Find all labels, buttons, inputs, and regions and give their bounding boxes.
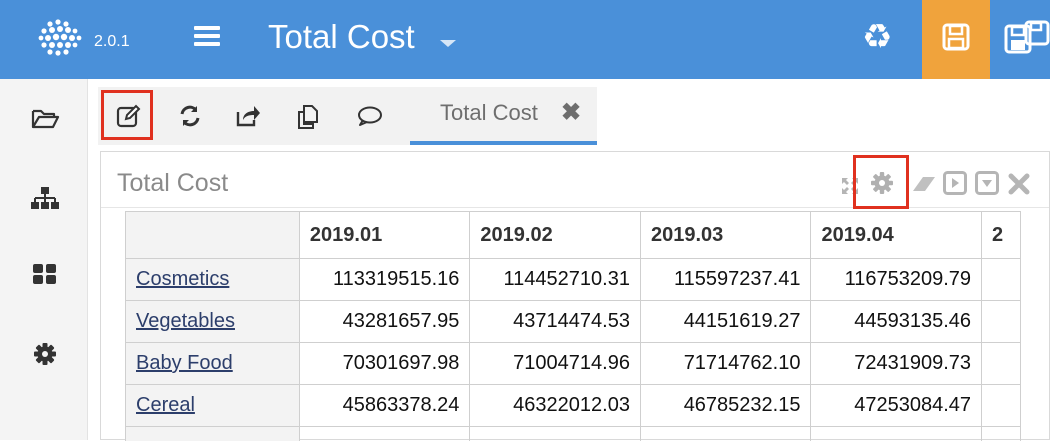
save-as-button[interactable] (1004, 20, 1050, 60)
table-cell: 114452710.31 (470, 259, 641, 301)
table-cell: 71714762.10 (640, 343, 811, 385)
page-title[interactable]: Total Cost (268, 18, 415, 56)
table-cell: 43281657.95 (299, 301, 470, 343)
table-cell: 115597237.41 (640, 259, 811, 301)
table-row: Baby Food 70301697.98 71004714.96 717147… (126, 343, 1021, 385)
table-cell: 71004714.96 (470, 343, 641, 385)
top-bar: 2.0.1 Total Cost ♻ (0, 0, 1050, 79)
table-cell (982, 343, 1021, 385)
copy-icon (296, 104, 322, 130)
data-table: 2019.01 2019.02 2019.03 2019.04 2 Cosmet… (125, 211, 1021, 441)
report-toolbar (98, 87, 410, 145)
table-cell: 47253084.47 (811, 385, 982, 427)
column-header[interactable]: 2019.02 (470, 212, 641, 259)
tab-label: Total Cost (440, 100, 538, 126)
table-cell: 46785232.15 (640, 385, 811, 427)
row-header: Cosmetics (126, 259, 300, 301)
report-panel: Total Cost (100, 151, 1050, 440)
tab-close-icon[interactable]: ✖ (561, 98, 581, 127)
save-button[interactable] (922, 0, 990, 79)
table-cell (982, 301, 1021, 343)
row-header: Cereal (126, 385, 300, 427)
table-cell: 43714474.53 (470, 301, 641, 343)
title-dropdown-caret-icon[interactable] (440, 40, 456, 47)
edit-icon (116, 103, 142, 129)
share-button[interactable] (229, 98, 265, 134)
table-cell: 72431909.73 (811, 343, 982, 385)
close-icon[interactable] (1008, 171, 1030, 197)
tab-total-cost[interactable]: Total Cost ✖ (410, 87, 597, 145)
sidebar-item-hierarchy[interactable] (30, 183, 60, 213)
refresh-icon (178, 104, 202, 128)
table-cell: 46322012.03 (470, 385, 641, 427)
table-cell: 70301697.98 (299, 343, 470, 385)
copy-button[interactable] (290, 98, 326, 134)
refresh-button[interactable] (172, 98, 208, 134)
column-header[interactable]: 2019.03 (640, 212, 811, 259)
panel-settings-button[interactable] (853, 155, 909, 209)
logo-icon[interactable] (36, 18, 84, 58)
table-row: Cereal 45863378.24 46322012.03 46785232.… (126, 385, 1021, 427)
table-header-row: 2019.01 2019.02 2019.03 2019.04 2 (126, 212, 1021, 259)
panel-header: Total Cost (101, 152, 1049, 208)
table-cell: 44593135.46 (811, 301, 982, 343)
sidebar-item-dashboard[interactable] (30, 259, 60, 289)
table-cell (982, 385, 1021, 427)
panel-title: Total Cost (117, 169, 228, 198)
edit-button[interactable] (101, 90, 153, 140)
table-cell (982, 259, 1021, 301)
row-link-cosmetics[interactable]: Cosmetics (136, 268, 229, 290)
comment-icon (357, 104, 383, 128)
column-header[interactable]: 2019.04 (811, 212, 982, 259)
save-as-icon (1004, 20, 1050, 60)
row-link-vegetables[interactable]: Vegetables (136, 310, 235, 332)
table-cell: 45863378.24 (299, 385, 470, 427)
table-cell (470, 427, 641, 441)
dropdown-icon[interactable] (975, 170, 999, 196)
eraser-icon[interactable] (911, 170, 937, 196)
table-cell (982, 427, 1021, 441)
data-table-container[interactable]: 2019.01 2019.02 2019.03 2019.04 2 Cosmet… (125, 211, 1021, 441)
sidebar-item-open-folder[interactable] (30, 103, 60, 133)
row-link-baby-food[interactable]: Baby Food (136, 352, 233, 374)
row-header: Baby Food (126, 343, 300, 385)
table-cell: 44151619.27 (640, 301, 811, 343)
table-row (126, 427, 1021, 441)
row-header: Vegetables (126, 301, 300, 343)
column-header[interactable]: 2019.01 (299, 212, 470, 259)
table-row: Vegetables 43281657.95 43714474.53 44151… (126, 301, 1021, 343)
row-header (126, 427, 300, 441)
table-cell (299, 427, 470, 441)
sidebar-item-settings[interactable] (30, 339, 60, 369)
grid-icon (30, 259, 60, 289)
table-cell: 113319515.16 (299, 259, 470, 301)
save-icon (941, 22, 971, 52)
app-version: 2.0.1 (94, 33, 130, 51)
table-row: Cosmetics 113319515.16 114452710.31 1155… (126, 259, 1021, 301)
table-cell (640, 427, 811, 441)
comment-button[interactable] (351, 98, 387, 134)
sitemap-icon (30, 183, 60, 213)
gear-icon (869, 170, 895, 196)
column-header[interactable]: 2 (982, 212, 1021, 259)
hamburger-menu-icon[interactable] (194, 26, 220, 50)
table-cell (811, 427, 982, 441)
gear-icon (30, 339, 60, 369)
table-corner-cell (126, 212, 300, 259)
folder-open-icon (30, 103, 60, 133)
recycle-icon[interactable]: ♻ (862, 20, 892, 54)
row-link-cereal[interactable]: Cereal (136, 394, 195, 416)
left-sidebar (0, 79, 88, 440)
table-cell: 116753209.79 (811, 259, 982, 301)
play-icon[interactable] (943, 170, 967, 196)
share-icon (235, 104, 261, 128)
